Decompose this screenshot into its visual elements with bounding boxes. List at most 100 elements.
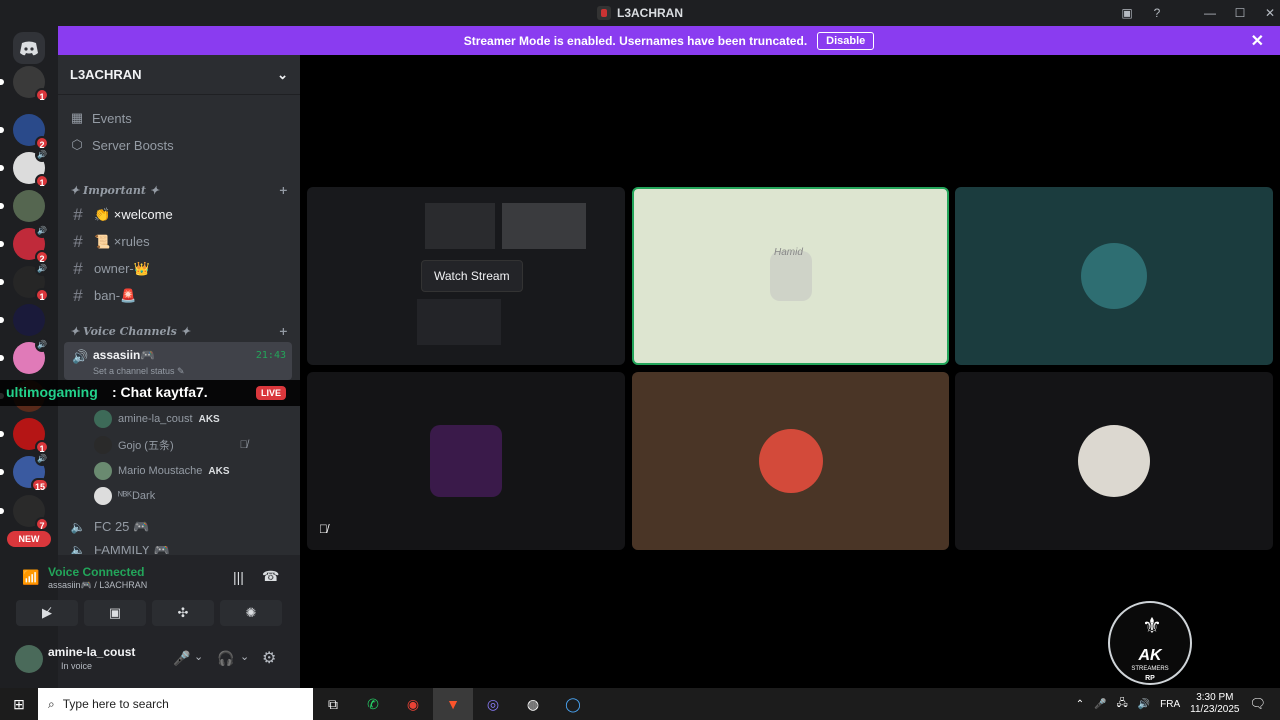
participant-tile[interactable]: [955, 187, 1273, 365]
guild-icon[interactable]: [0, 190, 45, 222]
avatar: [1081, 243, 1147, 309]
participant-tile[interactable]: [955, 372, 1273, 550]
avatar-name-text: Hamid: [774, 247, 803, 258]
screen-share-button[interactable]: ▣: [84, 600, 146, 626]
user-tag: AKS: [208, 465, 230, 477]
overlay-message: : Chat kaytfa7.: [112, 384, 208, 400]
notifications-icon[interactable]: 🗨: [1249, 696, 1266, 712]
app-logo-icon: [597, 6, 611, 20]
microphone-icon[interactable]: 🎤: [1094, 699, 1106, 710]
voice-activity-icon: 🔊: [35, 338, 49, 352]
settings-gear-icon[interactable]: ⚙: [262, 648, 276, 668]
category-voice[interactable]: ✦ Voice Channels ✦ +: [70, 325, 288, 338]
events-item[interactable]: ▦ Events: [70, 110, 132, 126]
guild-icon[interactable]: 2: [0, 114, 49, 150]
participant-tile-speaking[interactable]: Hamid: [632, 187, 949, 365]
boosts-label: Server Boosts: [92, 137, 174, 153]
user-avatar[interactable]: [15, 645, 43, 673]
new-guilds-badge[interactable]: NEW: [7, 531, 51, 547]
voice-user[interactable]: Mario Moustache AKS: [94, 462, 230, 480]
minimize-button[interactable]: —: [1195, 6, 1225, 20]
unread-indicator: [0, 165, 4, 171]
participant-tile[interactable]: [632, 372, 949, 550]
avatar: [769, 251, 812, 301]
volume-icon[interactable]: 🔊: [1138, 699, 1150, 710]
noise-suppression-icon[interactable]: |||: [233, 569, 244, 585]
voice-user-name: ᴺᴮᴷDark: [118, 490, 156, 502]
participant-tile[interactable]: 🎙̸: [307, 372, 625, 550]
microphone-icon[interactable]: 🎤: [173, 650, 190, 667]
unread-indicator: [0, 355, 4, 361]
unread-indicator: [0, 317, 4, 323]
voice-channel-active[interactable]: 🔊 assasiin🎮 21:43 Set a channel status ✎: [64, 342, 292, 380]
guild-icon[interactable]: 🔊 15: [0, 452, 49, 492]
disconnect-icon[interactable]: ☎: [262, 568, 279, 585]
start-button[interactable]: ⊞: [0, 688, 38, 720]
clock-time: 3:30 PM: [1196, 692, 1234, 703]
guild-icon[interactable]: 1: [0, 418, 49, 454]
text-channel-icon: #: [73, 205, 83, 224]
guild-icon[interactable]: 🔊: [0, 338, 49, 374]
server-header[interactable]: L3ACHRAN ⌄: [58, 55, 300, 95]
guild-icon[interactable]: 7: [0, 495, 49, 531]
app-icon[interactable]: ◯: [553, 688, 593, 720]
category-important[interactable]: ✦ Important ✦ +: [70, 184, 288, 197]
chevron-up-icon[interactable]: ⌃: [1076, 699, 1084, 710]
language-indicator[interactable]: FRA: [1160, 699, 1180, 710]
guild-icon[interactable]: 🔊 1: [0, 148, 49, 188]
headphones-icon[interactable]: 🎧: [217, 650, 234, 667]
banner-close-icon[interactable]: ✕: [1251, 31, 1264, 51]
disable-streamer-mode-button[interactable]: Disable: [817, 31, 875, 50]
task-view-icon[interactable]: ⧉: [313, 688, 353, 720]
guild-icon[interactable]: 🔊 1: [0, 262, 49, 302]
channel-label: FAMMILY 🎮: [94, 546, 170, 554]
maximize-button[interactable]: ☐: [1225, 6, 1255, 20]
signal-icon[interactable]: 📶: [22, 569, 39, 586]
chrome-icon[interactable]: ◉: [393, 688, 433, 720]
chevron-down-icon[interactable]: ⌄: [240, 650, 249, 663]
guild-icon[interactable]: [0, 304, 45, 336]
voice-channel-fc25[interactable]: 🔈 FC 25 🎮: [70, 519, 150, 535]
guild-icon[interactable]: 🔊 2: [0, 224, 49, 264]
logo-rp: RP: [1145, 675, 1155, 682]
watch-stream-button[interactable]: Watch Stream: [421, 260, 523, 292]
discord-taskbar-icon[interactable]: ◎: [473, 688, 513, 720]
stream-preview: [502, 203, 586, 249]
chevron-down-icon: ⌄: [277, 66, 288, 82]
server-boosts-item[interactable]: ⬡ Server Boosts: [70, 137, 174, 153]
guild-icon[interactable]: 1: [0, 66, 49, 102]
channel-ban[interactable]: # ban-🚨: [70, 286, 136, 306]
muted-icon: 🎙̸: [319, 522, 328, 536]
voice-channel-family[interactable]: 🔈 FAMMILY 🎮: [70, 546, 170, 554]
logo-ak: AK: [1138, 647, 1162, 664]
voice-user-name: Mario Moustache: [118, 465, 203, 477]
voice-call-grid: Watch Stream Hamid 🎙̸: [300, 55, 1280, 688]
voice-user[interactable]: ᴺᴮᴷDark: [94, 487, 155, 505]
brave-icon[interactable]: ▼: [433, 688, 473, 720]
events-label: Events: [92, 110, 132, 126]
channel-rules[interactable]: # 📜 ×rules: [70, 232, 149, 252]
camera-button[interactable]: ▶̸: [16, 600, 78, 626]
clock[interactable]: 3:30 PM 11/23/2025: [1190, 692, 1239, 716]
stream-tile[interactable]: Watch Stream: [307, 187, 625, 365]
app-icon[interactable]: ◍: [513, 688, 553, 720]
activities-button[interactable]: ✣: [152, 600, 214, 626]
soundboard-button[interactable]: ✺: [220, 600, 282, 626]
voice-user[interactable]: amine-la_coust AKS: [94, 410, 220, 428]
channel-welcome[interactable]: # 👏 ×welcome: [70, 205, 172, 225]
voice-user[interactable]: Gojo (五条) 🎙̸: [94, 436, 248, 454]
network-icon[interactable]: 🖧: [1117, 696, 1128, 713]
channel-status[interactable]: Set a channel status ✎: [93, 366, 185, 377]
help-icon[interactable]: ?: [1142, 6, 1172, 20]
channel-owner[interactable]: # owner-👑: [70, 259, 150, 279]
whatsapp-icon[interactable]: ✆: [353, 688, 393, 720]
add-channel-icon[interactable]: +: [279, 184, 288, 197]
taskbar-search[interactable]: ⌕ Type here to search: [38, 688, 313, 720]
chevron-down-icon[interactable]: ⌄: [194, 650, 203, 663]
unread-indicator: [0, 508, 4, 514]
inbox-icon[interactable]: ▣: [1112, 6, 1142, 20]
add-channel-icon[interactable]: +: [279, 325, 288, 338]
home-button[interactable]: [13, 32, 45, 64]
close-button[interactable]: ✕: [1255, 6, 1280, 20]
window-title-text: L3ACHRAN: [617, 6, 683, 20]
